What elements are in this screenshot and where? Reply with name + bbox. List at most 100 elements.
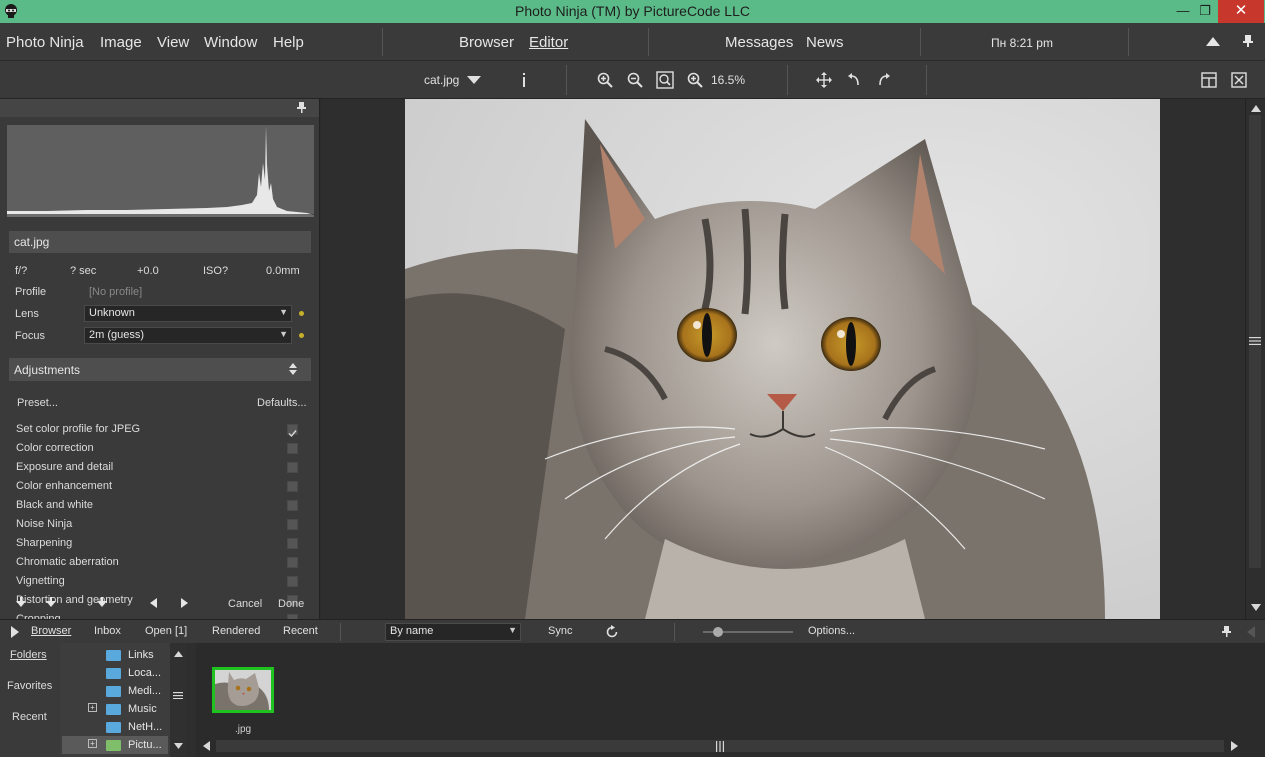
menu-image[interactable]: Image	[100, 34, 142, 51]
menu-help[interactable]: Help	[273, 34, 304, 51]
adjustment-checkbox[interactable]	[287, 443, 298, 454]
scroll-grip-icon[interactable]	[716, 741, 724, 752]
file-dropdown-caret-icon[interactable]	[467, 76, 481, 84]
minimize-button[interactable]: —	[1172, 0, 1194, 23]
thumb-size-slider-handle[interactable]	[713, 627, 723, 637]
scroll-grip-icon[interactable]	[1249, 337, 1261, 345]
collapse-left-icon[interactable]	[1247, 626, 1255, 638]
close-button[interactable]: ✕	[1218, 0, 1264, 23]
adjustment-checkbox[interactable]	[287, 462, 298, 473]
scroll-left-icon[interactable]	[203, 741, 210, 751]
folder-row[interactable]: NetH...	[128, 721, 162, 733]
scroll-down-icon[interactable]	[174, 743, 183, 749]
browser-tab-browser[interactable]: Browser	[31, 625, 71, 637]
arrow-down-icon[interactable]	[16, 597, 26, 607]
restore-button[interactable]: ❐	[1194, 0, 1216, 23]
adjustment-row[interactable]: Sharpening	[16, 537, 72, 549]
browser-pin-icon[interactable]	[1222, 626, 1231, 637]
arrow-down-icon[interactable]	[97, 597, 107, 607]
folder-row[interactable]: Medi...	[128, 685, 161, 697]
tab-browser[interactable]: Browser	[459, 34, 514, 51]
cat-photo[interactable]	[405, 99, 1160, 619]
folder-row[interactable]: Music	[128, 703, 157, 715]
file-selector[interactable]: cat.jpg	[424, 73, 459, 87]
sort-updown-icon[interactable]	[289, 363, 297, 375]
adjustments-header[interactable]: Adjustments	[9, 358, 311, 381]
info-icon[interactable]	[521, 73, 527, 87]
side-tab-recent[interactable]: Recent	[12, 711, 47, 723]
done-button[interactable]: Done	[278, 598, 304, 610]
focus-dropdown[interactable]: 2m (guess) ▼	[84, 327, 292, 344]
cancel-button[interactable]: Cancel	[228, 598, 262, 610]
arrow-left-icon[interactable]	[150, 598, 157, 608]
pin-icon[interactable]	[1243, 35, 1253, 47]
zoom-fit-icon[interactable]	[656, 71, 674, 89]
expand-right-icon[interactable]	[11, 626, 19, 638]
options-button[interactable]: Options...	[808, 625, 855, 637]
zoom-out-icon[interactable]	[627, 72, 643, 88]
adjustment-row[interactable]: Exposure and detail	[16, 461, 113, 473]
image-viewer[interactable]	[321, 99, 1245, 619]
thumbnail-item[interactable]	[212, 667, 274, 713]
scroll-grip-icon[interactable]	[173, 692, 183, 699]
adjustment-row[interactable]: Black and white	[16, 499, 93, 511]
folder-row[interactable]: Loca...	[128, 667, 161, 679]
sort-dropdown[interactable]: By name ▼	[385, 623, 521, 641]
browser-tab-open[interactable]: Open [1]	[145, 625, 187, 637]
arrow-right-icon[interactable]	[181, 598, 188, 608]
folder-row[interactable]: Links	[128, 649, 154, 661]
scroll-up-icon[interactable]	[174, 651, 183, 657]
tab-editor[interactable]: Editor	[529, 34, 568, 51]
tab-news[interactable]: News	[806, 34, 844, 51]
tab-messages[interactable]: Messages	[725, 34, 793, 51]
adjustment-row[interactable]: Vignetting	[16, 575, 65, 587]
expand-plus-icon[interactable]: +	[88, 703, 97, 712]
browser-tab-recent[interactable]: Recent	[283, 625, 318, 637]
scroll-up-icon[interactable]	[1251, 105, 1261, 112]
side-tab-favorites[interactable]: Favorites	[7, 680, 52, 692]
panel-pin-icon[interactable]	[297, 102, 306, 113]
menu-view[interactable]: View	[157, 34, 189, 51]
pan-move-icon[interactable]	[816, 72, 832, 88]
menu-window[interactable]: Window	[204, 34, 257, 51]
histogram	[7, 125, 314, 217]
thumbnail-cat-image	[215, 670, 271, 710]
adjustment-checkbox[interactable]	[287, 500, 298, 511]
side-tab-folders[interactable]: Folders	[10, 649, 47, 661]
adjustment-checkbox[interactable]	[287, 576, 298, 587]
adjustment-row[interactable]: Chromatic aberration	[16, 556, 119, 568]
preset-button[interactable]: Preset...	[17, 397, 58, 409]
browser-tab-rendered[interactable]: Rendered	[212, 625, 260, 637]
tree-scrollbar[interactable]	[170, 643, 186, 757]
adjustment-checkbox[interactable]	[287, 519, 298, 530]
adjustment-row[interactable]: Distortion and geometry	[16, 594, 133, 606]
thumb-scrollbar[interactable]	[196, 739, 1244, 753]
folder-row[interactable]: Pictu...	[128, 739, 162, 751]
zoom-in-icon[interactable]	[597, 72, 613, 88]
sync-button[interactable]: Sync	[548, 625, 572, 637]
adjustment-row[interactable]: Noise Ninja	[16, 518, 72, 530]
adjustment-checkbox[interactable]	[287, 424, 298, 438]
lens-dropdown[interactable]: Unknown ▼	[84, 305, 292, 322]
zoom-custom-icon[interactable]	[687, 72, 703, 88]
scroll-down-icon[interactable]	[1251, 604, 1261, 611]
undo-icon[interactable]	[848, 73, 860, 87]
adjustment-row[interactable]: Color correction	[16, 442, 94, 454]
arrow-down-icon[interactable]	[46, 597, 56, 607]
defaults-button[interactable]: Defaults...	[257, 397, 307, 409]
viewer-scrollbar[interactable]	[1245, 99, 1265, 619]
adjustment-checkbox[interactable]	[287, 538, 298, 549]
collapse-up-icon[interactable]	[1206, 37, 1220, 46]
adjustment-checkbox[interactable]	[287, 557, 298, 568]
layout-grid-icon[interactable]	[1201, 72, 1217, 88]
adjustment-row[interactable]: Set color profile for JPEG	[16, 423, 140, 435]
menu-photo-ninja[interactable]: Photo Ninja	[6, 34, 84, 51]
browser-tab-inbox[interactable]: Inbox	[94, 625, 121, 637]
scroll-right-icon[interactable]	[1231, 741, 1238, 751]
expand-plus-icon[interactable]: +	[88, 739, 97, 748]
adjustment-checkbox[interactable]	[287, 481, 298, 492]
fullscreen-toggle-icon[interactable]	[1231, 72, 1247, 88]
adjustment-row[interactable]: Color enhancement	[16, 480, 112, 492]
redo-icon[interactable]	[878, 73, 890, 87]
refresh-icon[interactable]	[605, 625, 619, 639]
